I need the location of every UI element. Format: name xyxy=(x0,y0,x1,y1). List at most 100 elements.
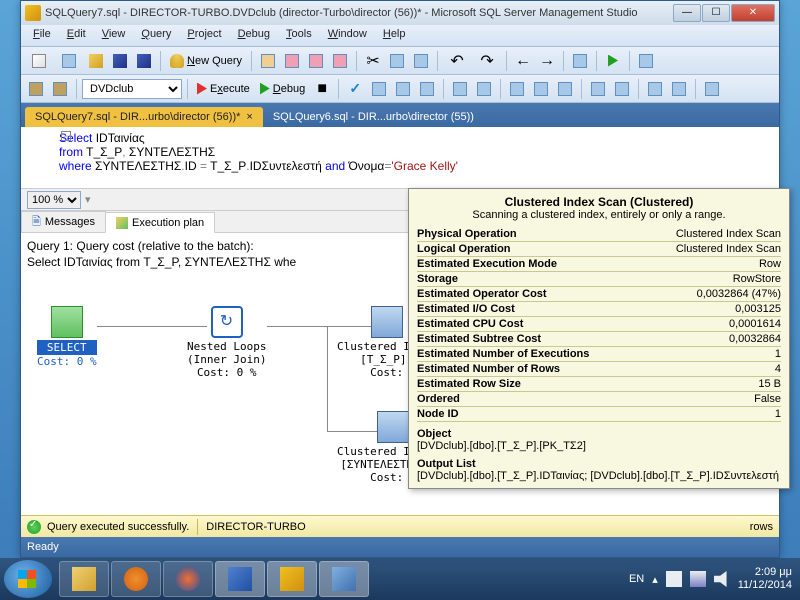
cut-button[interactable]: ✂ xyxy=(362,50,384,72)
menu-query[interactable]: Query xyxy=(133,25,179,46)
taskbar[interactable]: EN ▴ 2:09 μμ 11/12/2014 xyxy=(0,558,800,600)
titlebar[interactable]: SQLQuery7.sql - DIRECTOR-TURBO.DVDclub (… xyxy=(21,1,779,25)
sql-editor[interactable]: − Select IDΤαινίας from Τ_Σ_Ρ, ΣΥΝΤΕΛΕΣΤ… xyxy=(21,127,779,189)
toolbar-main: New Query ✂ ↶ ↷ ← → xyxy=(21,47,779,75)
menu-help[interactable]: Help xyxy=(375,25,414,46)
plan-node-select[interactable]: SELECT Cost: 0 % xyxy=(37,306,97,368)
volume-icon[interactable] xyxy=(714,571,730,587)
change-conn-button[interactable] xyxy=(49,78,71,100)
messages-icon: 🗎 xyxy=(32,213,41,232)
action-center-icon[interactable] xyxy=(666,571,682,587)
status-rows: rows xyxy=(750,521,773,533)
start-button[interactable] xyxy=(602,50,624,72)
menu-edit[interactable]: Edit xyxy=(59,25,94,46)
taskbar-mediaplayer[interactable] xyxy=(111,561,161,597)
status-server: DIRECTOR-TURBO xyxy=(206,521,305,533)
comment-button[interactable] xyxy=(587,78,609,100)
tooltip-object-header: Object xyxy=(417,428,781,440)
include-plan-button[interactable] xyxy=(449,78,471,100)
lang-indicator[interactable]: EN xyxy=(629,573,644,585)
db-engine-query-button[interactable] xyxy=(257,50,279,72)
database-select[interactable]: DVDclub xyxy=(82,79,182,99)
taskbar-app[interactable] xyxy=(319,561,369,597)
menu-debug[interactable]: Debug xyxy=(230,25,278,46)
taskbar-firefox[interactable] xyxy=(163,561,213,597)
zoom-dropdown-icon[interactable]: ▾ xyxy=(85,193,91,206)
menu-window[interactable]: Window xyxy=(320,25,375,46)
tab-execution-plan[interactable]: Execution plan xyxy=(105,212,215,233)
select-icon xyxy=(51,306,83,338)
scan-icon xyxy=(371,306,403,338)
execute-button[interactable]: Execute xyxy=(193,83,254,95)
menu-file[interactable]: File xyxy=(25,25,59,46)
results-grid-button[interactable] xyxy=(530,78,552,100)
menubar: File Edit View Query Project Debug Tools… xyxy=(21,25,779,47)
document-tabs: SQLQuery7.sql - DIR...urbo\director (56)… xyxy=(21,103,779,127)
taskbar-explorer[interactable] xyxy=(59,561,109,597)
connect-button[interactable] xyxy=(25,78,47,100)
add-button[interactable] xyxy=(55,50,83,72)
scan-icon xyxy=(377,411,409,443)
copy-button[interactable] xyxy=(386,50,408,72)
close-button[interactable]: ✕ xyxy=(731,4,775,22)
tooltip-row: Node ID1 xyxy=(417,407,781,422)
zoom-select[interactable]: 100 % xyxy=(27,191,81,209)
include-stats-button[interactable] xyxy=(473,78,495,100)
find-button[interactable] xyxy=(635,50,657,72)
window-title: SQLQuery7.sql - DIRECTOR-TURBO.DVDclub (… xyxy=(45,7,673,19)
system-tray[interactable]: EN ▴ 2:09 μμ 11/12/2014 xyxy=(629,566,796,591)
maximize-button[interactable]: ☐ xyxy=(702,4,730,22)
estimated-plan-button[interactable] xyxy=(368,78,390,100)
open-button[interactable] xyxy=(85,50,107,72)
cancel-query-button[interactable]: ■ xyxy=(311,78,333,100)
tooltip-row: Estimated Row Size15 B xyxy=(417,377,781,392)
plan-tooltip: Clustered Index Scan (Clustered) Scannin… xyxy=(408,188,790,489)
start-button[interactable] xyxy=(4,560,52,598)
tooltip-row: OrderedFalse xyxy=(417,392,781,407)
tab-sqlquery7[interactable]: SQLQuery7.sql - DIR...urbo\director (56)… xyxy=(25,107,263,127)
network-icon[interactable] xyxy=(690,571,706,587)
save-all-button[interactable] xyxy=(133,50,155,72)
undo-button[interactable]: ↶ xyxy=(443,50,471,72)
tooltip-object-value: [DVDclub].[dbo].[Τ_Σ_Ρ].[PK_ΤΣ2] xyxy=(417,440,781,452)
tab-messages[interactable]: 🗎Messages xyxy=(21,211,106,232)
clock[interactable]: 2:09 μμ 11/12/2014 xyxy=(738,566,792,591)
minimize-button[interactable]: — xyxy=(673,4,701,22)
nav-fwd-button[interactable]: → xyxy=(536,50,558,72)
status-ready: Ready xyxy=(27,541,59,553)
close-tab-icon[interactable]: × xyxy=(246,111,252,123)
nav-back-button[interactable]: ← xyxy=(512,50,534,72)
toolbar-sql: DVDclub Execute Debug ■ ✓ xyxy=(21,75,779,103)
new-project-button[interactable] xyxy=(25,50,53,72)
tab-sqlquery6[interactable]: SQLQuery6.sql - DIR...urbo\director (55)… xyxy=(263,107,484,127)
taskbar-word[interactable] xyxy=(215,561,265,597)
tray-up-icon[interactable]: ▴ xyxy=(652,573,658,586)
dec-indent-button[interactable] xyxy=(644,78,666,100)
tooltip-row: Estimated Subtree Cost0,0032864 xyxy=(417,332,781,347)
intellisense-button[interactable] xyxy=(416,78,438,100)
menu-project[interactable]: Project xyxy=(179,25,229,46)
results-text-button[interactable] xyxy=(506,78,528,100)
fold-icon[interactable]: − xyxy=(61,131,71,141)
save-button[interactable] xyxy=(109,50,131,72)
activity-button[interactable] xyxy=(569,50,591,72)
template-button[interactable] xyxy=(701,78,723,100)
tooltip-row: Estimated Number of Rows4 xyxy=(417,362,781,377)
loop-icon xyxy=(211,306,243,338)
as-dmx-button[interactable] xyxy=(305,50,327,72)
taskbar-ssms[interactable] xyxy=(267,561,317,597)
inc-indent-button[interactable] xyxy=(668,78,690,100)
menu-view[interactable]: View xyxy=(94,25,134,46)
as-mdx-button[interactable] xyxy=(281,50,303,72)
uncomment-button[interactable] xyxy=(611,78,633,100)
results-file-button[interactable] xyxy=(554,78,576,100)
as-xmla-button[interactable] xyxy=(329,50,351,72)
debug-button[interactable]: Debug xyxy=(256,83,309,95)
plan-node-nested-loops[interactable]: Nested Loops (Inner Join) Cost: 0 % xyxy=(187,306,266,379)
new-query-button[interactable]: New Query xyxy=(166,54,246,68)
query-options-button[interactable] xyxy=(392,78,414,100)
parse-button[interactable]: ✓ xyxy=(344,78,366,100)
menu-tools[interactable]: Tools xyxy=(278,25,320,46)
redo-button[interactable]: ↷ xyxy=(473,50,501,72)
paste-button[interactable] xyxy=(410,50,432,72)
